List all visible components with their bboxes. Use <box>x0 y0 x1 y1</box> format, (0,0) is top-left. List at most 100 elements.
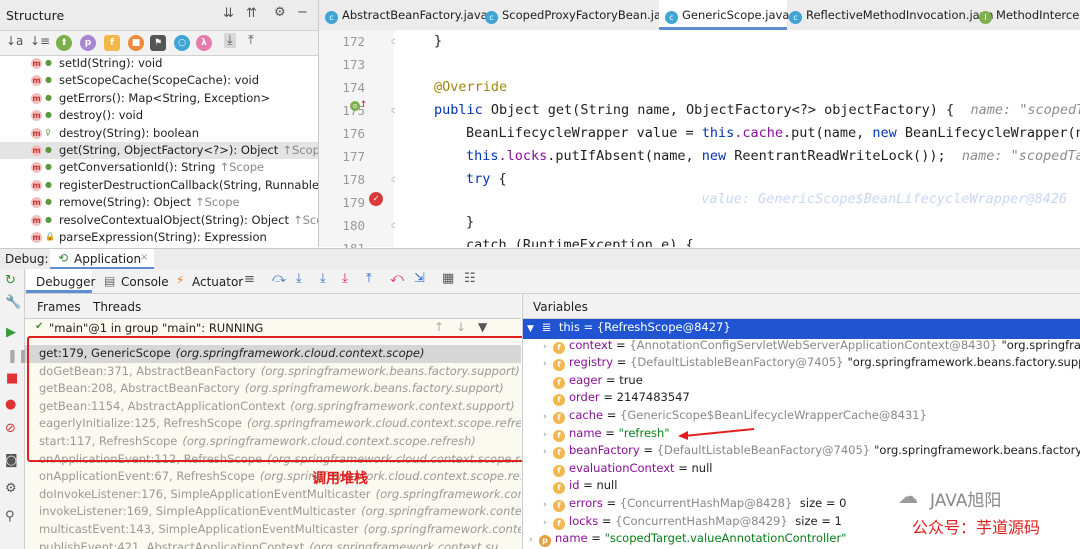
stop-icon[interactable]: ■ <box>6 371 18 386</box>
thread-down-icon[interactable]: ↓ <box>456 320 466 334</box>
close-icon[interactable]: × <box>140 252 148 263</box>
show-lambdas-icon[interactable]: ⚑ <box>150 35 166 51</box>
show-nonpublic-icon[interactable]: ■ <box>128 35 144 51</box>
show-fields-icon[interactable]: f <box>104 35 120 51</box>
editor-tabs: c AbstractBeanFactory.java c ScopedProxyFa… <box>319 0 1080 31</box>
variable-name: id <box>569 478 580 493</box>
camera-icon[interactable]: ◙ <box>5 453 18 468</box>
stack-frame[interactable]: doInvokeListener:176, SimpleApplicationE… <box>39 486 521 504</box>
step-over-icon[interactable]: ⤓ <box>296 271 302 286</box>
stack-frame[interactable]: onApplicationEvent:67, RefreshScope (org.… <box>39 468 521 486</box>
collapse-all-icon[interactable]: ⇈ <box>246 6 257 21</box>
implements-arrow-icon[interactable]: ↑ <box>360 96 367 110</box>
tab-scoped-proxy-factory-bean[interactable]: c ScopedProxyFactoryBean.java <box>485 0 675 30</box>
keyword-text: new <box>872 125 897 141</box>
step-into-icon[interactable]: ⤓ <box>320 271 326 286</box>
tab-label: Debugger <box>36 275 96 289</box>
variable-row[interactable]: f order = 2147483547 <box>543 389 694 407</box>
filter-icon[interactable]: ▼ <box>478 320 487 334</box>
field-icon: f <box>553 500 565 512</box>
hide-panel-icon[interactable]: − <box>297 5 308 20</box>
show-inherited-icon[interactable]: ⬆ <box>56 35 72 51</box>
structure-item[interactable]: m ● resolveContextualObject(String): Objec… <box>0 212 318 229</box>
code-area[interactable]: } @Override public Object get(String nam… <box>395 30 1080 247</box>
tab-threads[interactable]: Threads <box>93 300 141 314</box>
variable-name: registry <box>569 355 614 370</box>
gear-icon[interactable]: ⚙ <box>274 5 286 20</box>
field-icon: f <box>553 394 565 407</box>
show-anonymous-icon[interactable]: ○ <box>174 35 190 51</box>
structure-item[interactable]: m ● getConversationId(): String ↑Scope <box>0 159 318 176</box>
tab-debugger[interactable]: Debugger <box>26 269 96 293</box>
view-breakpoints-icon[interactable]: ● <box>5 397 16 412</box>
variable-row[interactable]: f id = null <box>543 477 621 495</box>
structure-item[interactable]: m ♀ destroy(String): boolean <box>0 125 318 142</box>
structure-item[interactable]: m ● getErrors(): Map<String, Exception> <box>0 90 318 107</box>
mute-breakpoints-icon[interactable]: ⊘ <box>5 421 16 436</box>
method-icon: m <box>31 145 42 156</box>
structure-item-label: getErrors(): Map<String, Exception> <box>59 90 271 105</box>
resume-icon[interactable]: ▶ <box>6 325 16 340</box>
step-out-icon[interactable]: ⤒ <box>366 271 372 286</box>
code-text: .putIfAbsent(name, <box>547 148 702 164</box>
tab-reflective-method-invocation[interactable]: c ReflectiveMethodInvocation.java <box>789 0 994 30</box>
tab-actuator[interactable]: Actuator <box>192 275 243 289</box>
trace-icon[interactable]: ☷ <box>464 271 476 286</box>
show-properties-icon[interactable]: p <box>80 35 96 51</box>
structure-item-label: setId(String): void <box>59 56 163 70</box>
tab-generic-scope[interactable]: c GenericScope.java <box>659 0 789 30</box>
override-gutter-icon[interactable]: o <box>350 101 360 111</box>
thread-up-icon[interactable]: ↑ <box>434 320 444 334</box>
autoscroll-to-source-icon[interactable]: ⤓ <box>224 33 236 48</box>
sort-visibility-icon[interactable]: ↓≡ <box>30 34 50 48</box>
debug-session-tab[interactable]: ⟲ Application × <box>50 249 154 269</box>
structure-item[interactable]: m ● setId(String): void <box>0 55 318 72</box>
evaluate-icon[interactable]: ▦ <box>442 271 454 286</box>
structure-item[interactable]: m ● get(String, ObjectFactory<?>): Object ↑… <box>0 142 318 160</box>
variable-row[interactable]: f evaluationContext = null <box>543 460 716 478</box>
session-label: Application <box>74 252 142 266</box>
tab-abstract-bean-factory[interactable]: c AbstractBeanFactory.java <box>325 0 488 30</box>
force-step-into-icon[interactable]: ⤓ <box>342 271 348 286</box>
structure-item-label: destroy(): void <box>59 108 144 123</box>
equals-sign: = <box>674 460 692 475</box>
field-icon: f <box>553 429 565 442</box>
tab-frames[interactable]: Frames <box>37 300 81 314</box>
expand-arrow-icon[interactable]: › <box>529 532 539 549</box>
modify-config-icon[interactable]: 🔧 <box>5 295 21 310</box>
drop-frame-icon[interactable]: ⤺ <box>390 271 404 286</box>
parameter-icon: p <box>539 535 551 548</box>
visibility-icon: ● <box>45 145 52 154</box>
structure-item[interactable]: m ● setScopeCache(ScopeCache): void <box>0 72 318 89</box>
sort-alpha-icon[interactable]: ↓a <box>6 34 23 48</box>
tab-method-interceptor[interactable]: I MethodInterceptor <box>979 0 1080 30</box>
structure-item-label: getConversationId(): String ↑Scope <box>59 160 265 175</box>
stack-frame[interactable]: multicastEvent:143, SimpleApplicationEve… <box>39 521 521 539</box>
tab-console[interactable]: Console <box>121 275 169 289</box>
rerun-icon[interactable]: ↻ <box>5 273 16 288</box>
pin-icon[interactable]: ⚲ <box>5 509 15 524</box>
structure-item[interactable]: m ● remove(String): Object ↑Scope <box>0 194 318 211</box>
variable-value: true <box>619 372 643 387</box>
stack-frame[interactable]: publishEvent:421, AbstractApplicationCon… <box>39 539 498 549</box>
expand-all-icon[interactable]: ⇊ <box>223 6 234 21</box>
variable-row-name-param[interactable]: › p name = "scopedTarget.valueAnnotationCo… <box>529 530 846 549</box>
variable-row[interactable]: f eager = true <box>543 372 647 390</box>
show-execution-point-icon[interactable]: ⤼ <box>272 271 286 286</box>
structure-item[interactable]: m ● destroy(): void <box>0 107 318 124</box>
breakpoint-icon[interactable]: ✓ <box>369 192 383 206</box>
autoscroll-from-source-icon[interactable]: ⤒ <box>248 33 254 48</box>
run-to-cursor-icon[interactable]: ⇲ <box>414 271 425 286</box>
settings-icon[interactable]: ⚙ <box>5 481 17 496</box>
structure-item[interactable]: m ● registerDestructionCallback(String, Ru… <box>0 177 318 194</box>
variable-name: cache <box>569 408 604 422</box>
inline-value-hint: name: "scopedTar <box>961 148 1080 164</box>
variable-name: name <box>555 531 588 546</box>
stack-frame-package: (org.springframework.cloud.context.scope… <box>259 469 521 484</box>
menu-icon[interactable]: ≡ <box>244 272 255 287</box>
stack-frame[interactable]: invokeListener:169, SimpleApplicationEve… <box>39 503 521 521</box>
thread-selector[interactable]: ✔ "main"@1 in group "main": RUNNING ↑ ↓ … <box>25 319 521 336</box>
structure-item[interactable]: m 🔒 parseExpression(String): Expression <box>0 229 318 246</box>
equals-sign: = <box>613 355 631 370</box>
show-lambda-icon[interactable]: λ <box>196 35 212 51</box>
